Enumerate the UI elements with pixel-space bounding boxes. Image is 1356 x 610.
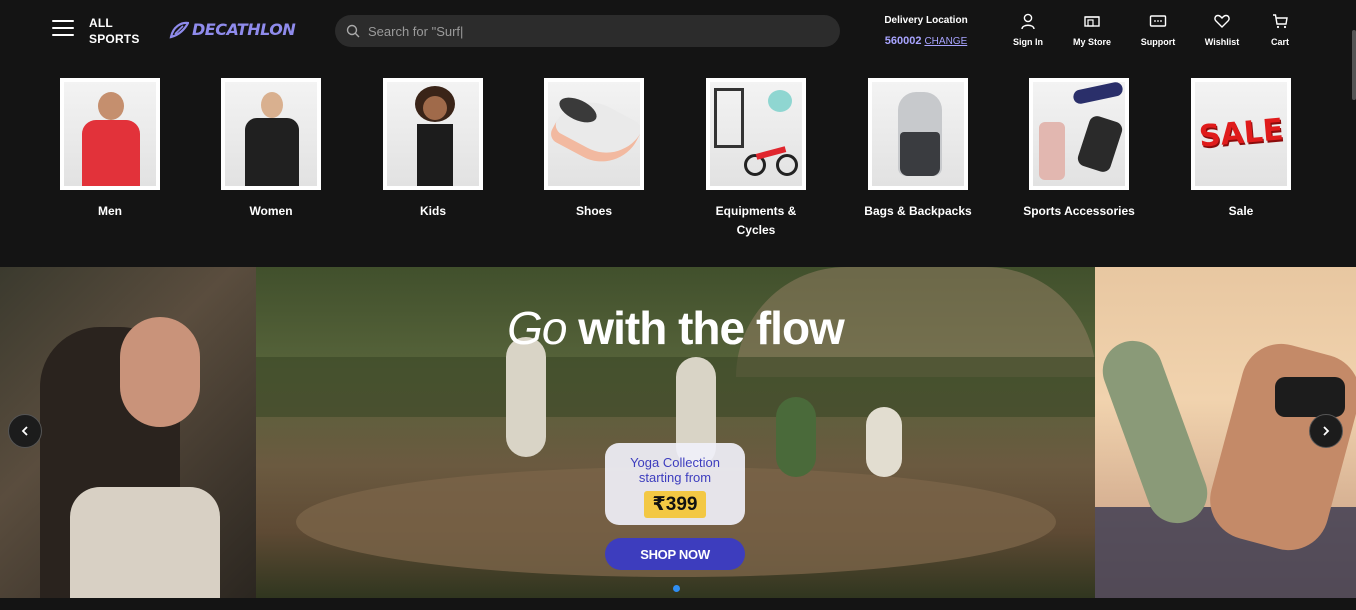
category-label: Kids	[419, 204, 446, 218]
carousel-prev-button[interactable]	[8, 414, 42, 448]
hero-title-italic: Go	[507, 302, 567, 354]
logo-mark-icon	[169, 21, 189, 38]
carousel-dot-active[interactable]	[673, 585, 680, 592]
decathlon-logo[interactable]: DECATHLON	[169, 20, 296, 39]
sign-in-label: Sign In	[1013, 37, 1043, 47]
support-icon	[1149, 15, 1167, 27]
category-label: Men	[98, 204, 122, 218]
hero-title: Go with the flow	[256, 301, 1095, 355]
search-bar[interactable]	[335, 15, 840, 47]
delivery-location[interactable]: Delivery Location 560002 CHANGE	[880, 15, 972, 49]
user-icon	[1021, 13, 1035, 30]
category-women[interactable]: Women	[211, 78, 331, 221]
change-location-link[interactable]: CHANGE	[924, 36, 967, 47]
category-sports-accessories-image	[1029, 78, 1129, 190]
header-nav: Sign In My Store Support Wishlist Cart	[1000, 12, 1304, 47]
all-sports-link[interactable]: ALL SPORTS	[89, 15, 139, 47]
category-strip: Men Women Kids Shoes Equipments & Cycles…	[0, 78, 1356, 248]
promo-line-2: starting from	[638, 470, 712, 485]
category-sale-image: SALE	[1191, 78, 1291, 190]
category-sale[interactable]: SALE Sale	[1181, 78, 1301, 221]
delivery-location-label: Delivery Location	[884, 15, 968, 26]
category-men[interactable]: Men	[50, 78, 170, 221]
category-kids-image	[383, 78, 483, 190]
category-label: Equipments & Cycles	[715, 204, 797, 237]
category-label: Sports Accessories	[1023, 204, 1135, 218]
category-shoes-image	[544, 78, 644, 190]
promo-card: Yoga Collection starting from ₹399	[605, 443, 745, 525]
category-women-image	[221, 78, 321, 190]
promo-line-1: Yoga Collection	[630, 455, 720, 470]
wishlist-label: Wishlist	[1204, 37, 1240, 47]
support-label: Support	[1140, 37, 1176, 47]
delivery-pincode: 560002	[884, 35, 922, 47]
category-kids[interactable]: Kids	[373, 78, 493, 221]
category-equipments-cycles-image	[706, 78, 806, 190]
category-label: Bags & Backpacks	[864, 204, 972, 218]
cart-icon	[1273, 14, 1288, 29]
category-men-image	[60, 78, 160, 190]
category-label: Shoes	[575, 204, 612, 218]
wishlist-button[interactable]: Wishlist	[1188, 12, 1256, 47]
category-equipments-cycles[interactable]: Equipments & Cycles	[696, 78, 816, 240]
shop-now-button[interactable]: SHOP NOW	[605, 538, 745, 570]
category-bags-backpacks-image	[868, 78, 968, 190]
cart-button[interactable]: Cart	[1256, 12, 1304, 47]
chevron-left-icon	[21, 426, 28, 436]
my-store-label: My Store	[1072, 37, 1111, 47]
hero-title-rest: with the flow	[566, 302, 845, 354]
search-input[interactable]	[368, 23, 808, 39]
sign-in-button[interactable]: Sign In	[1000, 12, 1056, 47]
chevron-right-icon	[1323, 426, 1330, 436]
hero-slide-active[interactable]: Go with the flow Yoga Collection startin…	[256, 267, 1095, 598]
promo-price: ₹399	[643, 491, 707, 518]
search-icon	[346, 24, 360, 38]
carousel-next-button[interactable]	[1309, 414, 1343, 448]
category-bags-backpacks[interactable]: Bags & Backpacks	[858, 78, 978, 221]
logo-text: DECATHLON	[192, 20, 296, 39]
support-button[interactable]: Support	[1128, 12, 1188, 47]
category-label: Sale	[1228, 204, 1254, 218]
store-icon	[1084, 16, 1100, 27]
top-header: ALL SPORTS DECATHLON Delivery Location 5…	[0, 0, 1356, 62]
hero-carousel: Go with the flow Yoga Collection startin…	[0, 267, 1356, 598]
heart-icon	[1214, 14, 1230, 28]
sale-tile-text: SALE	[1197, 112, 1285, 155]
page-scrollbar[interactable]	[1352, 30, 1356, 100]
category-shoes[interactable]: Shoes	[534, 78, 654, 221]
hamburger-menu-icon[interactable]	[52, 20, 76, 42]
cart-label: Cart	[1270, 37, 1289, 47]
my-store-button[interactable]: My Store	[1056, 12, 1128, 47]
category-label: Women	[249, 204, 293, 218]
category-sports-accessories[interactable]: Sports Accessories	[1019, 78, 1139, 221]
